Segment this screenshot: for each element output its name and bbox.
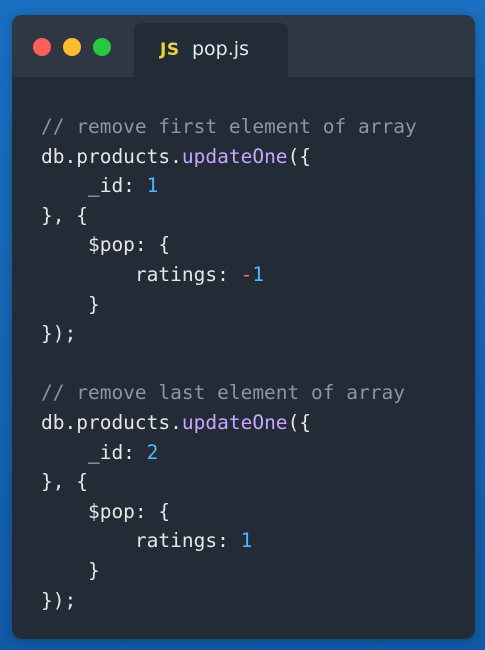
maximize-button[interactable] [93,38,111,56]
code-line-pop-last: $pop: { [41,499,171,523]
code-window: JS pop.js // remove first element of arr… [12,15,475,639]
code-line-close-call-first: }); [41,322,77,346]
code-line-close-filter-last: }, { [41,470,88,494]
code-editor[interactable]: // remove first element of array db.produ… [41,112,417,615]
code-line-id-last: _id: 2 [41,440,159,464]
code-line-comment-first: // remove first element of array [41,115,417,138]
code-line-comment-last: // remove last element of array [41,381,405,405]
javascript-icon: JS [160,40,180,60]
file-name: pop.js [192,38,249,60]
code-line-close-filter-first: }, { [41,203,88,227]
code-line-close-call-last: }); [41,588,77,612]
code-line-pop-first: $pop: { [41,233,171,257]
close-button[interactable] [33,38,51,56]
code-line-close-pop-first: } [41,292,100,316]
code-line-ratings-first: ratings: -1 [41,262,265,286]
code-line-ratings-last: ratings: 1 [41,529,253,553]
title-bar: JS pop.js [12,15,475,77]
code-line-update-one-last: db.products.updateOne({ [41,410,312,434]
code-line-id-first: _id: 1 [41,174,159,198]
code-line-close-pop-last: } [41,558,100,582]
minimize-button[interactable] [63,38,81,56]
code-line-update-one-first: db.products.updateOne({ [41,144,312,168]
file-tab[interactable]: JS pop.js [134,23,288,77]
